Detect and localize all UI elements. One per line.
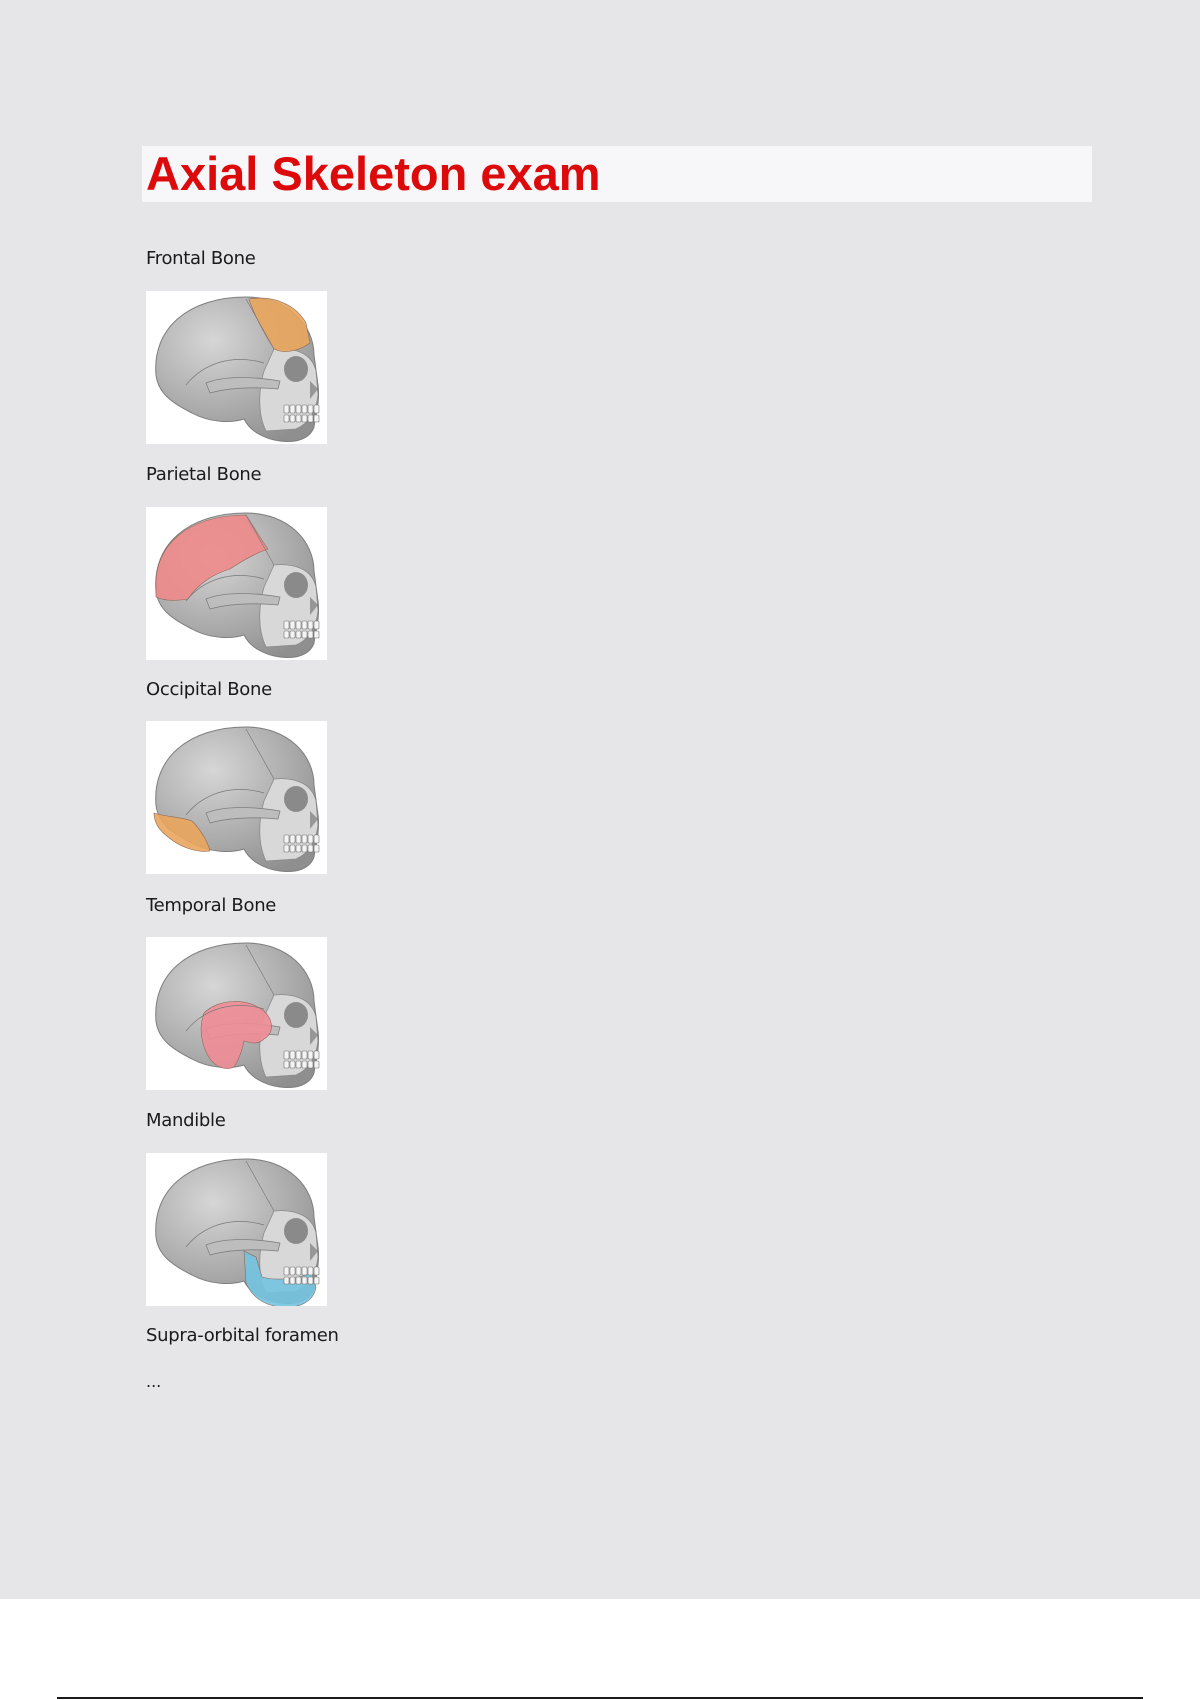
skull-illustration xyxy=(153,726,320,872)
section-label-parietal: Parietal Bone xyxy=(146,464,262,485)
continuation-ellipsis: ... xyxy=(146,1372,162,1391)
document-page: Axial Skeleton exam Frontal Bone Parieta… xyxy=(0,0,1200,1599)
skull-illustration xyxy=(155,512,320,658)
skull-image-mandible xyxy=(146,1153,327,1306)
skull-image-temporal xyxy=(146,937,327,1090)
section-label-occipital: Occipital Bone xyxy=(146,679,272,700)
skull-image-frontal xyxy=(146,291,327,444)
skull-illustration xyxy=(155,942,320,1088)
skull-illustration xyxy=(155,1158,320,1306)
footer-divider xyxy=(57,1697,1143,1699)
page-title: Axial Skeleton exam xyxy=(146,147,601,200)
skull-image-occipital xyxy=(146,721,327,874)
title-banner: Axial Skeleton exam xyxy=(142,146,1092,202)
skull-illustration xyxy=(155,296,320,442)
section-label-mandible: Mandible xyxy=(146,1110,226,1131)
section-label-temporal: Temporal Bone xyxy=(146,895,277,916)
section-label-supra-orbital-foramen: Supra-orbital foramen xyxy=(146,1325,339,1346)
skull-image-parietal xyxy=(146,507,327,660)
section-label-frontal: Frontal Bone xyxy=(146,248,256,269)
